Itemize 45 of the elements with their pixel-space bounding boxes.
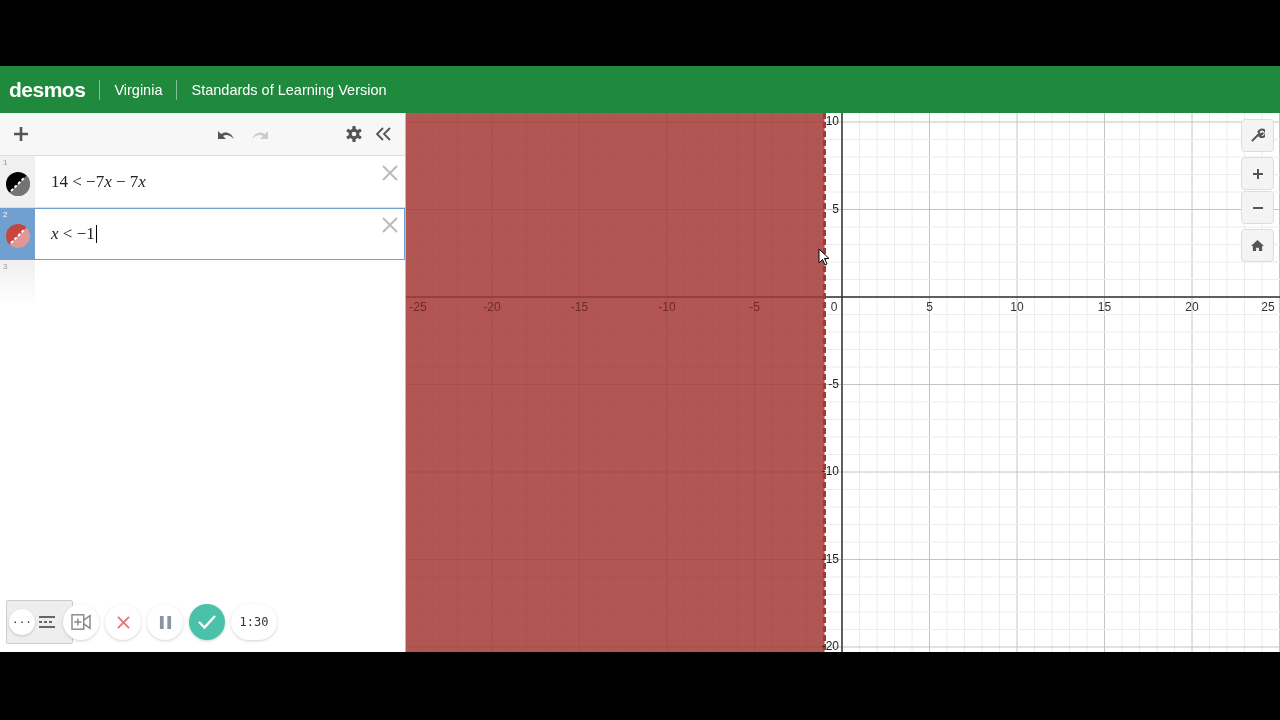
- axis-label: 10: [825, 114, 839, 128]
- header-label: Standards of Learning Version: [191, 81, 387, 98]
- keyboard-icon[interactable]: [38, 615, 56, 629]
- axis-label: -5: [748, 300, 761, 314]
- settings-icon[interactable]: [345, 125, 363, 143]
- axis-label: 25: [1260, 300, 1276, 314]
- color-swatch-icon[interactable]: [4, 222, 31, 249]
- expression-row[interactable]: 2 x < −1: [0, 208, 405, 260]
- row-number: 3: [3, 262, 8, 271]
- row-number: 1: [3, 158, 8, 167]
- timer: 1:30: [231, 604, 277, 640]
- axis-label: -20: [482, 300, 502, 314]
- video-add-icon: [70, 613, 92, 631]
- zoom-in-button[interactable]: [1241, 157, 1274, 190]
- axis-label: -5: [828, 376, 839, 391]
- expression-row[interactable]: 1 14 < −7x − 7x: [0, 156, 405, 208]
- plus-icon: [1251, 167, 1264, 180]
- axis-label: 10: [1009, 300, 1025, 314]
- settings-button[interactable]: [1241, 119, 1274, 152]
- wrench-icon: [1250, 128, 1265, 143]
- header-label: Virginia: [114, 81, 163, 98]
- axis-label: 15: [1096, 300, 1113, 314]
- axis-label: 5: [925, 300, 934, 314]
- logo: desmos: [9, 77, 86, 102]
- pause-icon: [158, 614, 172, 630]
- math-expression[interactable]: 14 < −7x − 7x: [51, 171, 146, 192]
- color-swatch-icon[interactable]: [4, 170, 31, 197]
- math-expression[interactable]: x < −1: [51, 223, 95, 244]
- axis-label: -25: [408, 300, 428, 314]
- camera-button[interactable]: [63, 604, 99, 640]
- axis-label: 20: [1184, 300, 1200, 314]
- close-icon: [116, 615, 130, 629]
- axis-label: -10: [657, 300, 677, 314]
- home-button[interactable]: [1241, 229, 1274, 262]
- row-number: 2: [3, 210, 8, 219]
- axis-label: -15: [569, 300, 590, 314]
- cursor-icon: [818, 248, 830, 266]
- axis-label: 5: [832, 201, 839, 216]
- pause-button[interactable]: [147, 604, 183, 640]
- axis-label: 0: [829, 300, 839, 314]
- more-button[interactable]: ···: [9, 609, 35, 635]
- checkmark-icon: [197, 614, 217, 630]
- add-icon[interactable]: [12, 125, 30, 143]
- collapse-icon[interactable]: [375, 126, 393, 142]
- home-icon: [1250, 239, 1265, 252]
